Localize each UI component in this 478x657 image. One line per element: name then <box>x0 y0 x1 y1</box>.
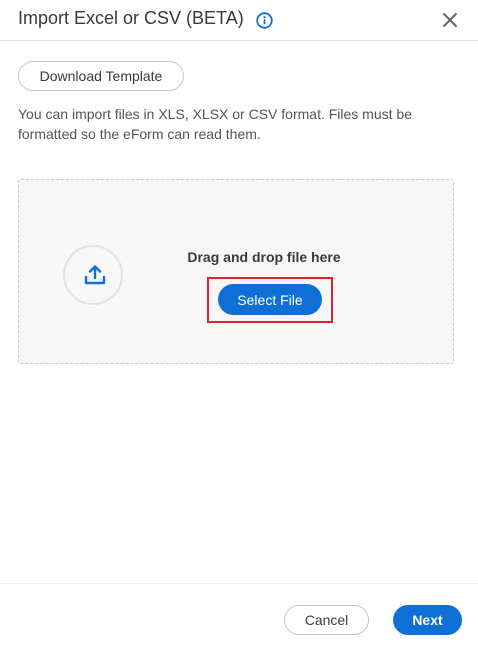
select-file-button[interactable]: Select File <box>218 284 322 315</box>
cancel-button[interactable]: Cancel <box>284 605 369 635</box>
import-description: You can import files in XLS, XLSX or CSV… <box>18 106 412 142</box>
dialog-title: Import Excel or CSV (BETA) <box>18 8 244 28</box>
drag-drop-label: Drag and drop file here <box>187 249 341 265</box>
info-icon[interactable] <box>256 12 273 29</box>
next-button[interactable]: Next <box>393 605 462 635</box>
file-dropzone[interactable]: Drag and drop file here Select File <box>18 179 454 364</box>
dialog-header: Import Excel or CSV (BETA) <box>0 0 478 41</box>
footer-divider <box>0 583 478 584</box>
download-template-button[interactable]: Download Template <box>18 61 184 91</box>
upload-icon <box>84 265 106 285</box>
import-dialog: Import Excel or CSV (BETA) Download Temp… <box>0 0 478 657</box>
close-icon[interactable] <box>441 11 459 29</box>
upload-icon-circle <box>63 245 123 305</box>
